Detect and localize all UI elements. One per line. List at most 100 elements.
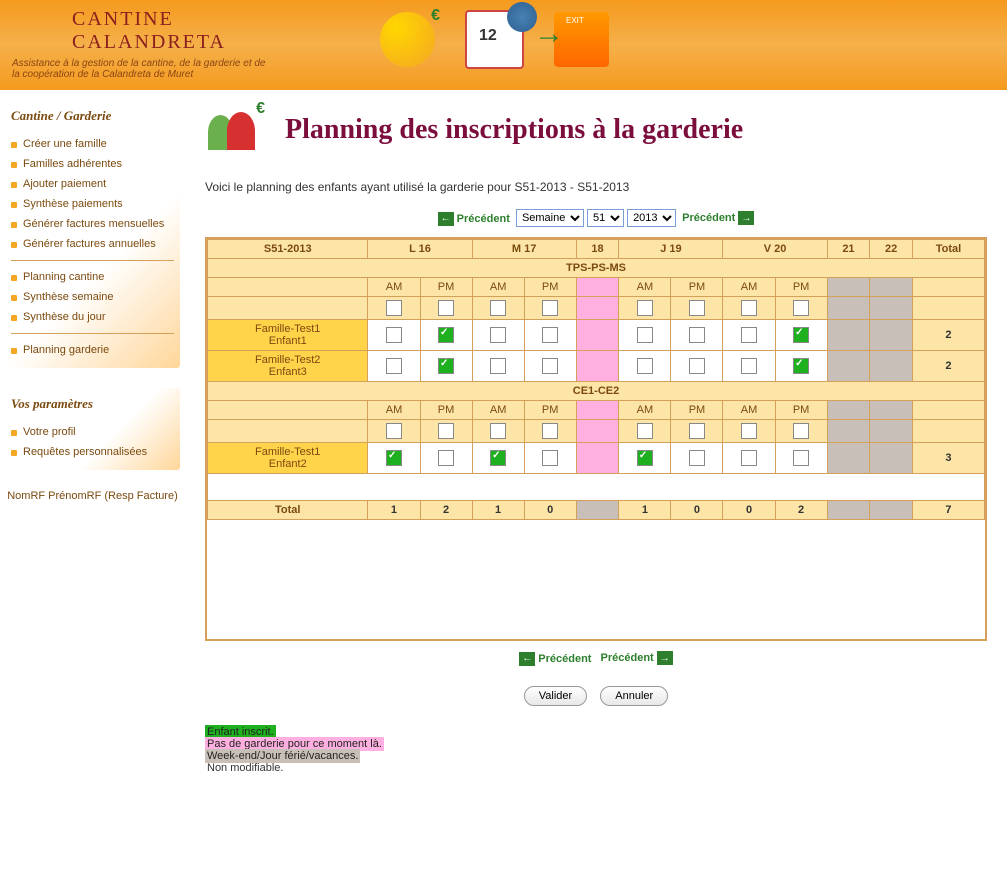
group-header: TPS-PS-MS <box>208 259 985 278</box>
nav-familles[interactable]: Familles adhérentes <box>11 154 174 174</box>
prev-button-bottom[interactable]: ←Précédent <box>519 652 591 666</box>
checkbox[interactable] <box>793 450 809 466</box>
total-row-label: Total <box>208 501 368 520</box>
checkbox[interactable] <box>637 423 653 439</box>
nav-factures-annuelles[interactable]: Générer factures annuelles <box>11 234 174 254</box>
checkbox[interactable] <box>741 358 757 374</box>
arrow-left-icon: ← <box>438 212 454 226</box>
checkbox[interactable] <box>741 300 757 316</box>
nav-requetes[interactable]: Requêtes personnalisées <box>11 442 174 462</box>
nav-planning-garderie[interactable]: Planning garderie <box>11 340 174 360</box>
period-nav: ←Précédent Semaine 51 2013 Précédent→ <box>205 209 987 227</box>
arrow-right-icon: → <box>738 211 754 225</box>
checkbox[interactable] <box>637 327 653 343</box>
checkbox[interactable] <box>741 327 757 343</box>
user-info: NomRF PrénomRF (Resp Facture) <box>5 490 180 502</box>
year-select[interactable]: 2013 <box>627 209 676 227</box>
day-header: 18 <box>576 240 619 259</box>
checkbox[interactable] <box>490 358 506 374</box>
total-header: Total <box>912 240 984 259</box>
checkbox[interactable] <box>741 450 757 466</box>
table-row: Famille-Test1Enfant2 3 <box>208 443 985 474</box>
week-select[interactable]: 51 <box>587 209 624 227</box>
sidebar-section-params: Vos paramètres <box>11 396 174 412</box>
checkbox[interactable] <box>637 300 653 316</box>
checkbox[interactable] <box>490 327 506 343</box>
checkbox[interactable] <box>689 300 705 316</box>
day-header: L 16 <box>368 240 472 259</box>
page-title: Planning des inscriptions à la garderie <box>285 114 743 146</box>
checkbox[interactable] <box>689 358 705 374</box>
planning-table-wrapper: S51-2013 L 16 M 17 18 J 19 V 20 21 22 To… <box>205 237 987 641</box>
checkbox[interactable] <box>542 300 558 316</box>
checkbox[interactable] <box>542 423 558 439</box>
nav-profil[interactable]: Votre profil <box>11 422 174 442</box>
nav-factures-mensuelles[interactable]: Générer factures mensuelles <box>11 214 174 234</box>
checkbox[interactable] <box>637 358 653 374</box>
nav-synthese-jour[interactable]: Synthèse du jour <box>11 307 174 327</box>
period-select[interactable]: Semaine <box>516 209 584 227</box>
group-header: CE1-CE2 <box>208 382 985 401</box>
next-button[interactable]: Précédent→ <box>682 211 754 225</box>
week-header: S51-2013 <box>208 240 368 259</box>
sidebar: Cantine / Garderie Créer une famille Fam… <box>0 90 185 784</box>
calendar-icon[interactable] <box>465 10 524 69</box>
day-header: M 17 <box>472 240 576 259</box>
checkbox[interactable] <box>438 450 454 466</box>
day-header: V 20 <box>723 240 827 259</box>
checkbox[interactable] <box>386 450 402 466</box>
arrow-right-icon: → <box>657 651 673 665</box>
intro-text: Voici le planning des enfants ayant util… <box>205 180 987 194</box>
checkbox[interactable] <box>793 327 809 343</box>
checkbox[interactable] <box>793 423 809 439</box>
exit-icon[interactable] <box>554 12 609 67</box>
day-header: 22 <box>870 240 913 259</box>
checkbox[interactable] <box>490 300 506 316</box>
nav-creer-famille[interactable]: Créer une famille <box>11 134 174 154</box>
checkbox[interactable] <box>490 450 506 466</box>
checkbox[interactable] <box>741 423 757 439</box>
checkbox[interactable] <box>386 423 402 439</box>
sidebar-section-cantine: Cantine / Garderie <box>11 108 174 124</box>
prev-button[interactable]: ←Précédent <box>438 212 510 226</box>
day-header: 21 <box>827 240 870 259</box>
checkbox[interactable] <box>438 327 454 343</box>
planning-table: S51-2013 L 16 M 17 18 J 19 V 20 21 22 To… <box>207 239 985 520</box>
family-icon[interactable] <box>380 12 435 67</box>
day-header: J 19 <box>619 240 723 259</box>
table-row: Famille-Test1Enfant1 2 <box>208 320 985 351</box>
arrow-left-icon: ← <box>519 652 535 666</box>
checkbox[interactable] <box>689 423 705 439</box>
checkbox[interactable] <box>793 358 809 374</box>
nav-synthese-semaine[interactable]: Synthèse semaine <box>11 287 174 307</box>
checkbox[interactable] <box>386 358 402 374</box>
legend: Enfant inscrit. Pas de garderie pour ce … <box>205 726 987 774</box>
app-subtitle: Assistance à la gestion de la cantine, d… <box>12 58 272 80</box>
validate-button[interactable]: Valider <box>524 686 587 706</box>
table-row: Famille-Test2Enfant3 2 <box>208 351 985 382</box>
nav-synthese-paiements[interactable]: Synthèse paiements <box>11 194 174 214</box>
checkbox[interactable] <box>542 358 558 374</box>
checkbox[interactable] <box>438 358 454 374</box>
legend-non-modifiable: Non modifiable. <box>205 761 285 775</box>
checkbox[interactable] <box>689 327 705 343</box>
cancel-button[interactable]: Annuler <box>600 686 668 706</box>
nav-planning-cantine[interactable]: Planning cantine <box>11 267 174 287</box>
next-button-bottom[interactable]: Précédent→ <box>601 651 673 665</box>
checkbox[interactable] <box>637 450 653 466</box>
checkbox[interactable] <box>438 300 454 316</box>
app-header: CANTINECALANDRETA Assistance à la gestio… <box>0 0 1007 90</box>
checkbox[interactable] <box>490 423 506 439</box>
checkbox[interactable] <box>793 300 809 316</box>
checkbox[interactable] <box>386 300 402 316</box>
checkbox[interactable] <box>689 450 705 466</box>
checkbox[interactable] <box>386 327 402 343</box>
nav-ajouter-paiement[interactable]: Ajouter paiement <box>11 174 174 194</box>
app-title: CANTINECALANDRETA <box>12 8 272 54</box>
checkbox[interactable] <box>438 423 454 439</box>
checkbox[interactable] <box>542 327 558 343</box>
checkbox[interactable] <box>542 450 558 466</box>
euro-icon: € <box>256 100 265 118</box>
main-content: € Planning des inscriptions à la garderi… <box>185 90 1007 784</box>
page-icon: € <box>205 100 265 160</box>
